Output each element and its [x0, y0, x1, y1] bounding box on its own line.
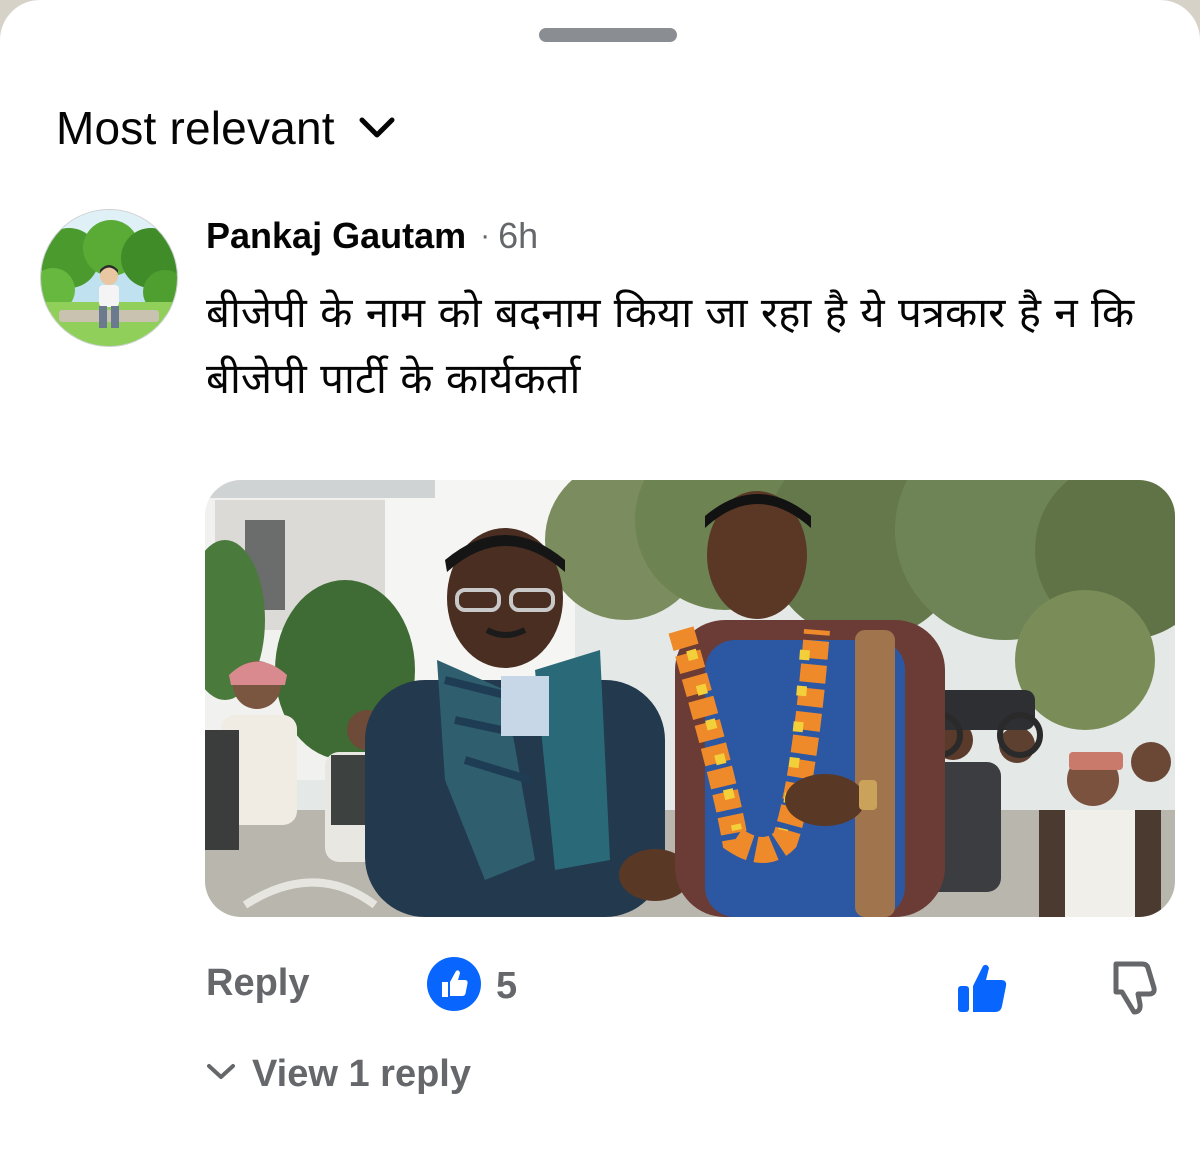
view-replies-button[interactable]: View 1 reply [206, 1048, 471, 1100]
like-button[interactable] [952, 958, 1012, 1018]
chevron-down-icon [206, 1062, 236, 1087]
thumbs-down-icon [1106, 961, 1162, 1022]
dislike-button[interactable] [1106, 958, 1166, 1018]
comment-header: Pankaj Gautam · 6h [206, 212, 538, 260]
comments-sheet: Most relevant Pankaj Gautam · 6h बीजेपी … [0, 0, 1200, 1153]
like-reaction-icon [426, 956, 482, 1017]
reply-button[interactable]: Reply [206, 962, 309, 1005]
drag-handle[interactable] [539, 28, 677, 42]
sort-dropdown[interactable]: Most relevant [56, 98, 397, 158]
comment-timestamp: 6h [498, 215, 539, 256]
reaction-summary[interactable]: 5 [426, 956, 518, 1017]
meta-separator: · [480, 219, 491, 252]
author-name[interactable]: Pankaj Gautam [206, 215, 466, 257]
sort-label: Most relevant [56, 102, 335, 154]
comment-body: बीजेपी के नाम को बदनाम किया जा रहा है ये… [206, 288, 1135, 403]
chevron-down-icon [357, 108, 397, 148]
user-avatar-icon[interactable] [40, 209, 178, 347]
thumbs-up-icon [952, 964, 1012, 1022]
photo-attachment[interactable] [205, 480, 1175, 917]
view-replies-label: View 1 reply [252, 1052, 471, 1095]
reaction-count: 5 [496, 964, 518, 1007]
